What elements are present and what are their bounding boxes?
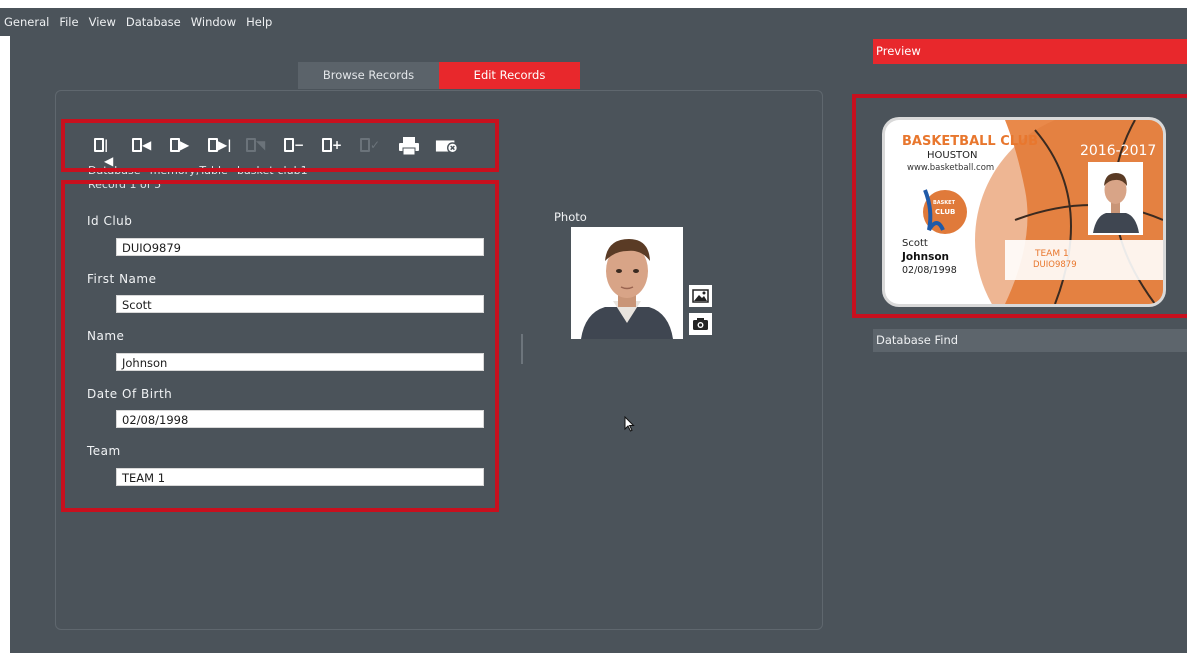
menubar: General File View Database Window Help [0,8,1187,36]
card-id: DUIO9879 [1033,260,1077,270]
preview-header: Preview [873,39,1187,64]
menu-file[interactable]: File [59,15,78,29]
card-first-name: Scott [902,238,928,249]
field-label-date-of-birth: Date Of Birth [87,387,173,401]
load-image-button[interactable] [689,285,712,307]
field-label-id-club: Id Club [87,214,133,228]
field-label-team: Team [87,444,121,458]
portrait-image [571,227,683,339]
record-fields: Id Club DUIO9879 First Name Scott Name J… [61,180,499,512]
delete-record-icon[interactable]: − [283,135,307,157]
record-toolbar: |◀ ◀ ▶ ▶| ◥ − + ✓ [61,119,499,172]
image-icon [692,289,709,303]
menu-general[interactable]: General [4,15,49,29]
tab-browse-records[interactable]: Browse Records [298,62,439,89]
splitter-handle[interactable] [521,334,523,364]
menu-database[interactable]: Database [126,15,181,29]
tab-edit-records[interactable]: Edit Records [439,62,580,89]
card-photo [1088,162,1143,235]
validate-icon[interactable]: ✓ [359,135,383,157]
menu-window[interactable]: Window [191,15,236,29]
camera-button[interactable] [689,313,712,335]
card-logo-top: BASKET [933,200,955,206]
card-title: BASKETBALL CLUB [902,134,1039,149]
card-logo-bottom: CLUB [935,208,956,216]
menu-help[interactable]: Help [246,15,272,29]
id-card-preview: BASKETBALL CLUB HOUSTON www.basketball.c… [885,120,1163,304]
name-field[interactable]: Johnson [116,353,484,371]
first-name-field[interactable]: Scott [116,295,484,313]
id-club-field[interactable]: DUIO9879 [116,238,484,256]
mouse-cursor-icon [624,415,635,435]
print-icon[interactable] [397,135,421,157]
cancel-icon[interactable] [435,135,459,157]
field-label-name: Name [87,329,125,343]
photo-frame[interactable] [571,227,683,339]
last-record-icon[interactable]: ▶| [207,135,232,157]
database-find-header[interactable]: Database Find [873,329,1187,352]
card-dob: 02/08/1998 [902,265,957,276]
card-team: TEAM 1 [1035,249,1069,259]
card-city: HOUSTON [927,150,978,161]
add-record-icon[interactable]: + [321,135,345,157]
photo-label: Photo [554,210,587,224]
camera-icon [693,318,708,330]
team-field[interactable]: TEAM 1 [116,468,484,486]
card-last-name: Johnson [902,251,950,263]
next-record-icon[interactable]: ▶ [169,135,193,157]
first-record-icon[interactable]: |◀ [93,135,117,168]
app-window: General File View Database Window Help B… [0,0,1187,653]
field-label-first-name: First Name [87,272,157,286]
menu-view[interactable]: View [89,15,116,29]
disabled-record-icon[interactable]: ◥ [245,135,269,157]
previous-record-icon[interactable]: ◀ [131,135,155,157]
card-season: 2016-2017 [1080,143,1157,159]
card-website: www.basketball.com [907,163,995,173]
date-of-birth-field[interactable]: 02/08/1998 [116,410,484,428]
